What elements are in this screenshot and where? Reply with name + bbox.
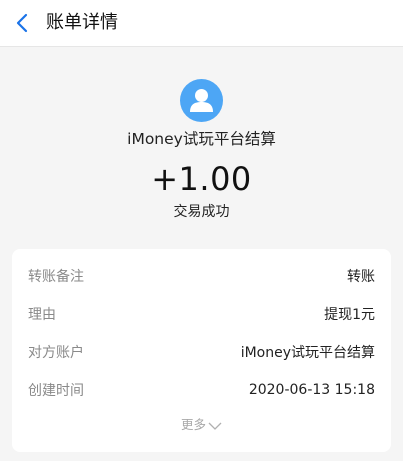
detail-value: iMoney试玩平台结算: [240, 345, 375, 361]
counterparty-name: iMoney试玩平台结算: [127, 130, 276, 148]
transaction-amount: +1.00: [151, 160, 252, 198]
back-button[interactable]: [8, 8, 36, 38]
more-label: 更多: [180, 417, 206, 432]
transaction-status: 交易成功: [173, 204, 230, 220]
detail-label: 转账备注: [28, 269, 84, 285]
chevron-down-icon: [208, 422, 222, 430]
app-header: 账单详情: [0, 0, 403, 47]
detail-row-reason: 理由 提现1元: [28, 302, 375, 326]
chevron-left-icon: [16, 13, 28, 33]
detail-row-counterparty-account: 对方账户 iMoney试玩平台结算: [28, 340, 375, 364]
detail-label: 对方账户: [28, 345, 84, 361]
detail-label: 创建时间: [28, 383, 84, 399]
details-card: 转账备注 转账 理由 提现1元 对方账户 iMoney试玩平台结算 创建时间 2…: [12, 249, 391, 452]
user-avatar-icon: [180, 79, 223, 122]
detail-label: 理由: [28, 307, 56, 323]
detail-value: 提现1元: [324, 307, 375, 323]
more-button[interactable]: 更多: [12, 413, 391, 437]
page-title: 账单详情: [46, 12, 118, 33]
detail-row-remark: 转账备注 转账: [28, 264, 375, 288]
detail-value: 2020-06-13 15:18: [248, 382, 375, 398]
detail-value: 转账: [347, 269, 375, 285]
detail-row-created-time: 创建时间 2020-06-13 15:18: [28, 378, 375, 402]
